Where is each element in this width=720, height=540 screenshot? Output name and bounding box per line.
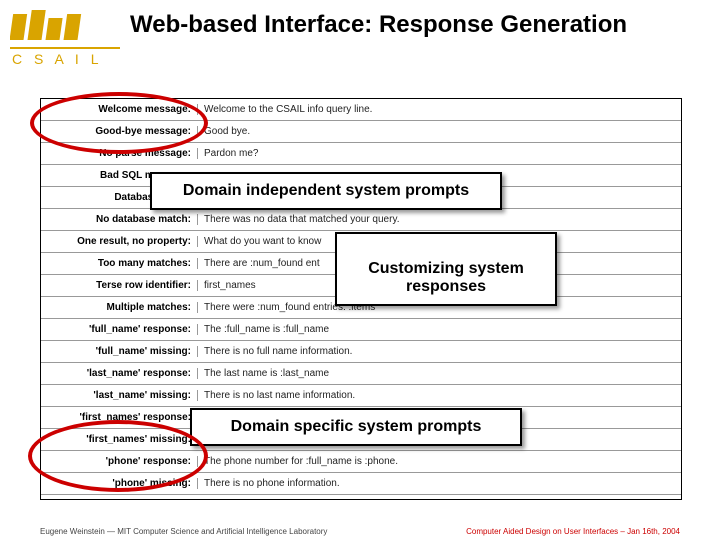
callout-text: Domain specific system prompts	[231, 418, 482, 435]
row-label: 'first_names' response:	[41, 412, 197, 423]
row-label: Welcome message:	[41, 104, 197, 115]
slide-title: Web-based Interface: Response Generation	[130, 12, 627, 38]
table-row: 'phone' response:The phone number for :f…	[41, 451, 681, 473]
row-label: 'phone' response:	[41, 456, 197, 467]
table-row: Good-bye message:Good bye.	[41, 121, 681, 143]
table-row: 'last_name' response:The last name is :l…	[41, 363, 681, 385]
row-label: Good-bye message:	[41, 126, 197, 137]
callout-domain-specific: Domain specific system prompts	[190, 408, 522, 446]
logo-text: C S A I L	[12, 51, 102, 67]
row-value[interactable]: The last name is :last_name	[197, 368, 681, 379]
row-value[interactable]: Good bye.	[197, 126, 681, 137]
row-label: No database match:	[41, 214, 197, 225]
table-row: 'phone' missing:There is no phone inform…	[41, 473, 681, 495]
table-row: 'full_name' response:The :full_name is :…	[41, 319, 681, 341]
table-row: Welcome message:Welcome to the CSAIL inf…	[41, 99, 681, 121]
row-value[interactable]: There was no data that matched your quer…	[197, 214, 681, 225]
row-label: 'full_name' missing:	[41, 346, 197, 357]
row-label: No parse message:	[41, 148, 197, 159]
row-value[interactable]: The phone number for :full_name is :phon…	[197, 456, 681, 467]
row-label: 'last_name' missing:	[41, 390, 197, 401]
row-label: 'last_name' response:	[41, 368, 197, 379]
callout-customizing: Customizing system responses	[335, 232, 557, 306]
row-label: Multiple matches:	[41, 302, 197, 313]
table-row: 'last_name' missing:There is no last nam…	[41, 385, 681, 407]
row-value[interactable]: Welcome to the CSAIL info query line.	[197, 104, 681, 115]
footer-left: Eugene Weinstein — MIT Computer Science …	[40, 527, 327, 536]
table-row: No parse message:Pardon me?	[41, 143, 681, 165]
slide-header: C S A I L Web-based Interface: Response …	[0, 0, 720, 70]
row-value[interactable]: There is no full name information.	[197, 346, 681, 357]
csail-logo: C S A I L	[10, 8, 120, 68]
row-label: 'first_names' missing:	[41, 434, 197, 445]
callout-domain-independent: Domain independent system prompts	[150, 172, 502, 210]
callout-text: Domain independent system prompts	[183, 182, 469, 199]
row-value[interactable]: There is no last name information.	[197, 390, 681, 401]
row-value[interactable]: Pardon me?	[197, 148, 681, 159]
row-label: 'phone' missing:	[41, 478, 197, 489]
table-row: 'full_name' missing:There is no full nam…	[41, 341, 681, 363]
row-label: 'full_name' response:	[41, 324, 197, 335]
row-value[interactable]: The :full_name is :full_name	[197, 324, 681, 335]
row-value[interactable]: There is no phone information.	[197, 478, 681, 489]
callout-text: Customizing system responses	[368, 260, 524, 295]
row-label: Terse row identifier:	[41, 280, 197, 291]
row-label: One result, no property:	[41, 236, 197, 247]
footer-right: Computer Aided Design on User Interfaces…	[466, 527, 680, 536]
table-row: No database match:There was no data that…	[41, 209, 681, 231]
slide-footer: Eugene Weinstein — MIT Computer Science …	[0, 527, 720, 536]
row-label: Too many matches:	[41, 258, 197, 269]
